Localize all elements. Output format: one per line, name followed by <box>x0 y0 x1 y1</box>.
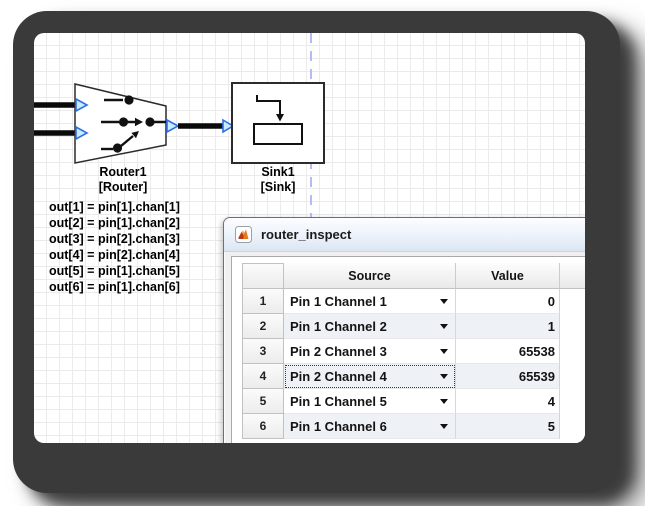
dropdown-arrow-icon[interactable] <box>440 399 448 404</box>
annotation-line: out[3] = pin[2].chan[3] <box>49 231 180 247</box>
simulink-canvas[interactable]: Router1 [Router] Sink1 [Sink] out[1] = p… <box>34 33 585 443</box>
source-cell[interactable]: Pin 1 Channel 1 <box>284 289 456 314</box>
source-value-table: Source Value 1 Pin 1 Channel 1 0 2 <box>242 263 585 439</box>
dropdown-arrow-icon[interactable] <box>440 299 448 304</box>
dropdown-arrow-icon[interactable] <box>440 324 448 329</box>
row-number[interactable]: 4 <box>242 363 284 389</box>
value-cell[interactable]: 65538 <box>456 339 560 364</box>
matlab-icon <box>235 226 252 243</box>
value-cell[interactable]: 0 <box>456 289 560 314</box>
table-panel: Source Value 1 Pin 1 Channel 1 0 2 <box>231 256 585 443</box>
source-cell[interactable]: Pin 1 Channel 6 <box>284 414 456 439</box>
router-inspect-dialog: router_inspect Source Value 1 Pin 1 Chan… <box>223 217 585 443</box>
block-name: Router1 <box>99 165 148 180</box>
row-number[interactable]: 6 <box>242 413 284 439</box>
output-port-icon <box>167 120 178 132</box>
annotation-line: out[6] = pin[1].chan[6] <box>49 279 180 295</box>
block-name: Sink1 <box>261 165 296 180</box>
annotation-line: out[1] = pin[1].chan[1] <box>49 199 180 215</box>
screenshot-frame: Router1 [Router] Sink1 [Sink] out[1] = p… <box>13 11 620 493</box>
dropdown-arrow-icon[interactable] <box>440 349 448 354</box>
annotation-line: out[2] = pin[1].chan[2] <box>49 215 180 231</box>
value-cell[interactable]: 4 <box>456 389 560 414</box>
router-block-label: Router1 [Router] <box>99 165 148 195</box>
source-cell[interactable]: Pin 1 Channel 2 <box>284 314 456 339</box>
source-cell-focused[interactable]: Pin 2 Channel 4 <box>284 364 456 389</box>
row-number-header <box>242 263 284 289</box>
value-cell[interactable]: 5 <box>456 414 560 439</box>
source-cell[interactable]: Pin 1 Channel 5 <box>284 389 456 414</box>
source-cell[interactable]: Pin 2 Channel 3 <box>284 339 456 364</box>
dropdown-arrow-icon[interactable] <box>440 374 448 379</box>
row-number[interactable]: 1 <box>242 288 284 314</box>
row-number[interactable]: 5 <box>242 388 284 414</box>
router-block[interactable] <box>75 84 178 163</box>
sink-block-label: Sink1 [Sink] <box>261 165 296 195</box>
sink-block[interactable] <box>232 83 324 163</box>
dialog-titlebar[interactable]: router_inspect <box>224 218 585 252</box>
row-number[interactable]: 2 <box>242 313 284 339</box>
annotation-line: out[4] = pin[2].chan[4] <box>49 247 180 263</box>
block-type: [Router] <box>99 180 148 195</box>
block-type: [Sink] <box>261 180 296 195</box>
value-cell[interactable]: 65539 <box>456 364 560 389</box>
column-header-source: Source <box>284 263 456 289</box>
annotation-line: out[5] = pin[1].chan[5] <box>49 263 180 279</box>
value-cell[interactable]: 1 <box>456 314 560 339</box>
dropdown-arrow-icon[interactable] <box>440 424 448 429</box>
column-header-value: Value <box>456 263 560 289</box>
screenshot-stage: Router1 [Router] Sink1 [Sink] out[1] = p… <box>0 0 645 506</box>
routing-annotation: out[1] = pin[1].chan[1] out[2] = pin[1].… <box>49 199 180 295</box>
column-header-extra <box>560 263 585 289</box>
row-number[interactable]: 3 <box>242 338 284 364</box>
dialog-title: router_inspect <box>261 227 351 242</box>
